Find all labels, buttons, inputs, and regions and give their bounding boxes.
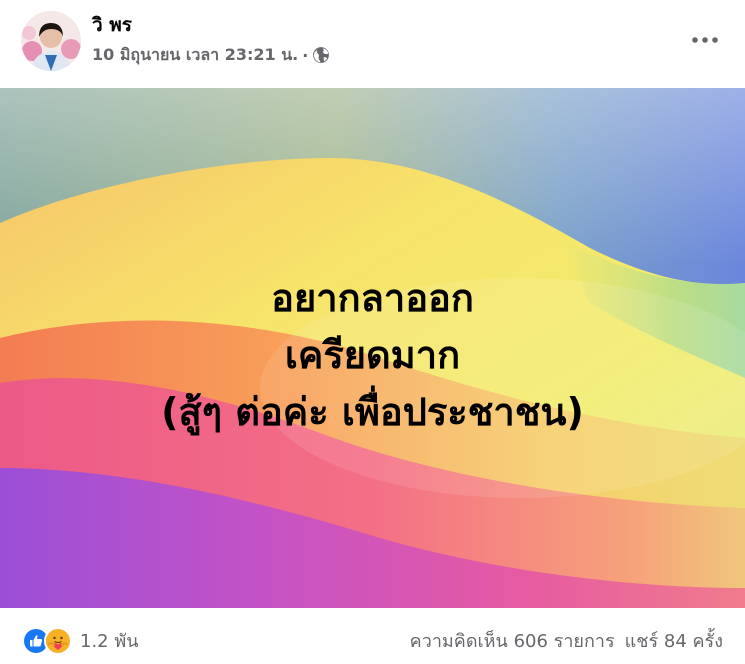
reactions-summary[interactable]: 1.2 พัน bbox=[22, 626, 139, 655]
facebook-post: วิ พร 10 มิถุนายน เวลา 23:21 น. · อยากลา… bbox=[0, 0, 745, 664]
image-text-line-1: อยากลาออก bbox=[271, 276, 474, 320]
reaction-count: 1.2 พัน bbox=[80, 631, 139, 652]
post-image[interactable]: อยากลาออก เครียดมาก (สู้ๆ ต่อค่ะ เพื่อปร… bbox=[0, 88, 745, 608]
meta-separator: · bbox=[302, 45, 309, 65]
more-horizontal-icon bbox=[692, 37, 718, 43]
care-icon bbox=[44, 626, 72, 655]
image-text-line-2: เครียดมาก bbox=[284, 333, 461, 377]
comments-count[interactable]: ความคิดเห็น 606 รายการ bbox=[410, 626, 615, 655]
avatar-image bbox=[21, 11, 81, 71]
post-footer: 1.2 พัน ความคิดเห็น 606 รายการ แชร์ 84 ค… bbox=[0, 608, 745, 664]
post-image-text: อยากลาออก เครียดมาก (สู้ๆ ต่อค่ะ เพื่อปร… bbox=[0, 270, 745, 441]
author-name[interactable]: วิ พร bbox=[92, 12, 132, 38]
more-options-button[interactable] bbox=[687, 26, 723, 54]
post-meta: 10 มิถุนายน เวลา 23:21 น. · bbox=[92, 43, 330, 67]
post-timestamp[interactable]: 10 มิถุนายน เวลา 23:21 น. bbox=[92, 43, 298, 68]
globe-icon[interactable] bbox=[312, 46, 330, 64]
engagement-stats: ความคิดเห็น 606 รายการ แชร์ 84 ครั้ง bbox=[410, 626, 723, 655]
image-text-line-3: (สู้ๆ ต่อค่ะ เพื่อประชาชน) bbox=[161, 390, 584, 434]
avatar[interactable] bbox=[21, 11, 81, 71]
shares-count[interactable]: แชร์ 84 ครั้ง bbox=[625, 626, 723, 655]
